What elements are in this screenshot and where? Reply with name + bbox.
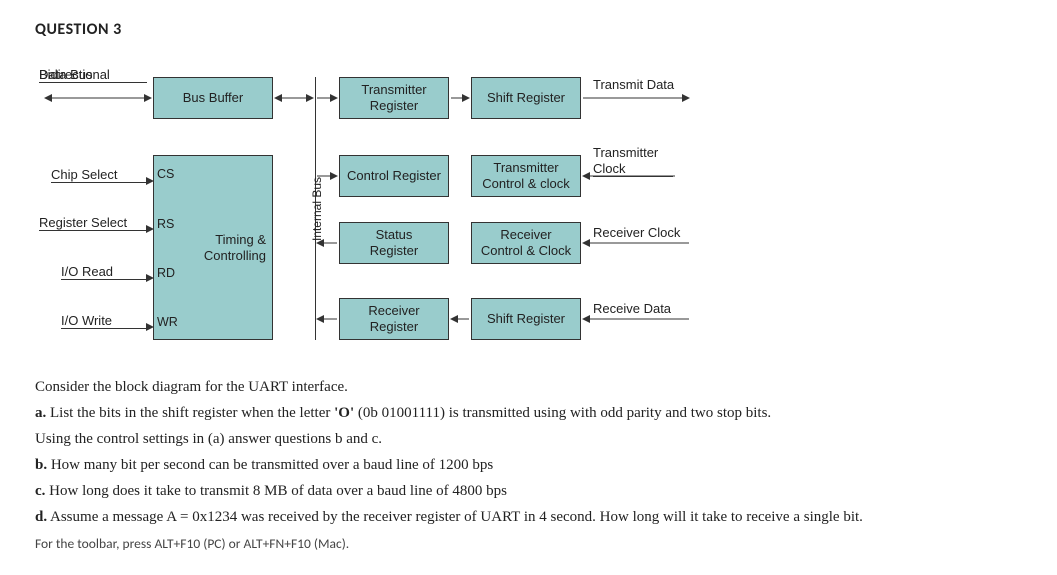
box-status-register: Status Register xyxy=(339,222,449,264)
intro-text: Consider the block diagram for the UART … xyxy=(35,379,348,395)
box-rxcc-label1: Receiver xyxy=(500,227,551,243)
label-receiver-clock: Receiver Clock xyxy=(593,225,680,240)
box-status-reg-label1: Status xyxy=(376,227,413,243)
box-bus-buffer: Bus Buffer xyxy=(153,77,273,119)
box-receiver-cc: Receiver Control & Clock xyxy=(471,222,581,264)
label-io-read: I/O Read xyxy=(61,264,147,280)
part-d-prefix: d. xyxy=(35,509,47,525)
question-body: Consider the block diagram for the UART … xyxy=(35,375,1022,555)
label-internal-bus: Internal Bus xyxy=(310,169,324,249)
label-tx-clock1: Transmitter xyxy=(593,145,658,160)
box-transmitter-register: Transmitter Register xyxy=(339,77,449,119)
box-tx-reg-label2: Register xyxy=(370,98,418,114)
label-io-write: I/O Write xyxy=(61,313,147,329)
question-title: QUESTION 3 xyxy=(35,20,1022,39)
box-timing-label1: Timing & xyxy=(215,232,266,248)
label-wr: WR xyxy=(157,315,178,329)
box-shift-bot-label: Shift Register xyxy=(487,311,565,327)
page: QUESTION 3 Bidirectional Data Bus Chip S… xyxy=(0,0,1057,575)
box-timing-controlling: Timing & Controlling xyxy=(153,155,273,340)
box-control-register: Control Register xyxy=(339,155,449,197)
part-c-prefix: c. xyxy=(35,483,45,499)
uart-diagram: Bidirectional Data Bus Chip Select Regis… xyxy=(39,67,739,357)
label-data-bus: Data Bus xyxy=(39,67,147,83)
box-transmitter-cc: Transmitter Control & clock xyxy=(471,155,581,197)
part-d-text: Assume a message A = 0x1234 was received… xyxy=(47,509,863,525)
box-status-reg-label2: Register xyxy=(370,243,418,259)
part-a-letter: 'O' xyxy=(334,405,354,421)
part-a-tail: (0b 01001111) is transmitted using with … xyxy=(354,405,771,421)
part-a-text: List the bits in the shift register when… xyxy=(46,405,334,421)
label-rd: RD xyxy=(157,266,175,280)
label-cs: CS xyxy=(157,167,174,181)
part-c-text: How long does it take to transmit 8 MB o… xyxy=(45,483,507,499)
box-rx-reg-label1: Receiver xyxy=(368,303,419,319)
box-tx-reg-label1: Transmitter xyxy=(361,82,426,98)
part-a-prefix: a. xyxy=(35,405,46,421)
label-register-select: Register Select xyxy=(39,215,147,231)
box-txcc-label1: Transmitter xyxy=(493,160,558,176)
using-text: Using the control settings in (a) answer… xyxy=(35,431,382,447)
box-rx-reg-label2: Register xyxy=(370,319,418,335)
box-shift-register-bot: Shift Register xyxy=(471,298,581,340)
box-shift-top-label: Shift Register xyxy=(487,90,565,106)
label-transmit-data: Transmit Data xyxy=(593,77,674,92)
label-tx-clock2: Clock xyxy=(593,161,673,177)
box-control-reg-label: Control Register xyxy=(347,168,441,184)
box-bus-buffer-label: Bus Buffer xyxy=(183,90,243,106)
box-timing-label2: Controlling xyxy=(204,248,266,264)
toolbar-hint: For the toolbar, press ALT+F10 (PC) or A… xyxy=(35,533,1022,555)
label-rs: RS xyxy=(157,217,174,231)
box-receiver-register: Receiver Register xyxy=(339,298,449,340)
part-b-prefix: b. xyxy=(35,457,47,473)
box-txcc-label2: Control & clock xyxy=(482,176,569,192)
box-rxcc-label2: Control & Clock xyxy=(481,243,571,259)
label-receive-data: Receive Data xyxy=(593,301,671,316)
box-shift-register-top: Shift Register xyxy=(471,77,581,119)
part-b-text: How many bit per second can be transmitt… xyxy=(47,457,493,473)
label-chip-select: Chip Select xyxy=(51,167,146,183)
